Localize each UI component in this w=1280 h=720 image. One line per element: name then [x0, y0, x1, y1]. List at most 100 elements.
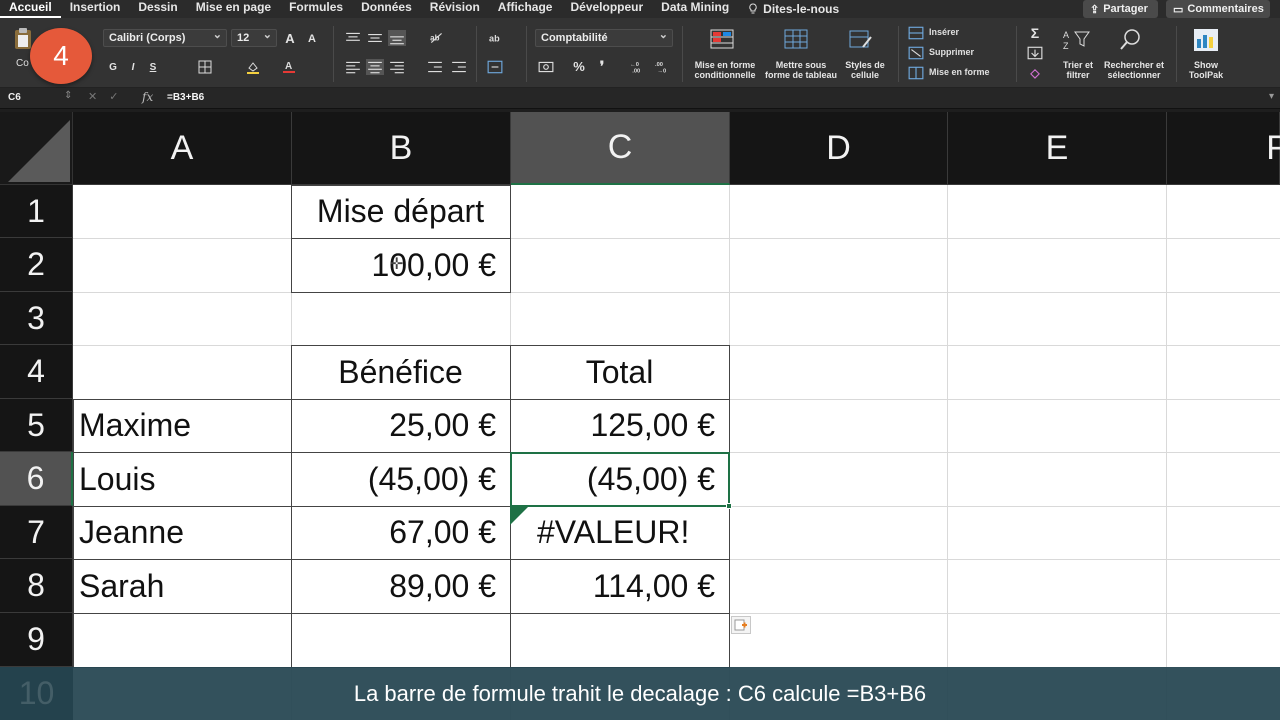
align-center-icon[interactable] — [366, 59, 384, 75]
italic-button[interactable]: I — [124, 59, 142, 75]
wrap-text-icon[interactable]: ab — [488, 30, 506, 46]
fill-color-icon[interactable] — [244, 59, 262, 75]
column-header-a[interactable]: A — [73, 112, 292, 185]
cell-b6[interactable]: (45,00) € — [291, 453, 510, 506]
cell-styles-label: Styles de cellule — [845, 60, 885, 80]
clear-icon[interactable]: ◇ — [1026, 65, 1044, 81]
name-box[interactable]: C6 — [0, 89, 74, 108]
format-label[interactable]: Mise en forme — [929, 67, 990, 77]
cell-b8[interactable]: 89,00 € — [291, 560, 510, 613]
tab-donnees[interactable]: Données — [352, 0, 421, 18]
decrease-decimal-icon[interactable]: .00 →0 — [654, 59, 672, 75]
cell-b7[interactable]: 67,00 € — [291, 506, 510, 559]
tell-me-search[interactable]: Dites-le-nous — [738, 0, 848, 18]
cell-styles-icon[interactable] — [846, 26, 876, 54]
align-top-icon[interactable] — [344, 30, 362, 46]
tab-affichage[interactable]: Affichage — [489, 0, 562, 18]
insert-cells-icon[interactable] — [907, 25, 925, 41]
align-middle-icon[interactable] — [366, 30, 384, 46]
cell-b4[interactable]: Bénéfice — [291, 346, 510, 399]
row-header-1[interactable]: 1 — [0, 185, 73, 238]
format-table-label: Mettre sous forme de tableau — [764, 60, 838, 80]
font-name-select[interactable]: Calibri (Corps) — [103, 28, 227, 47]
row-header-7[interactable]: 7 — [0, 506, 73, 559]
insert-label[interactable]: Insérer — [929, 27, 959, 37]
increase-indent-icon[interactable] — [450, 59, 468, 75]
fill-handle[interactable] — [726, 503, 732, 509]
format-as-table-icon[interactable] — [782, 26, 812, 54]
tab-insertion[interactable]: Insertion — [61, 0, 130, 18]
format-cells-icon[interactable] — [907, 65, 925, 81]
font-size-select[interactable]: 12 — [231, 28, 277, 47]
select-all-corner[interactable] — [0, 112, 73, 185]
increase-decimal-icon[interactable]: ←0.00 — [629, 59, 647, 75]
svg-text:→0: →0 — [657, 69, 666, 74]
column-header-b[interactable]: B — [292, 112, 511, 185]
align-bottom-icon[interactable] — [388, 30, 406, 46]
bold-button[interactable]: G — [104, 59, 122, 75]
align-left-icon[interactable] — [344, 59, 362, 75]
formula-input[interactable]: =B3+B6 — [167, 92, 204, 103]
formula-expand-icon[interactable]: ▾ — [1269, 91, 1274, 102]
shrink-font-button[interactable]: A — [303, 31, 321, 47]
comma-style-button[interactable]: ❜ — [593, 58, 611, 74]
row-header-5[interactable]: 5 — [0, 399, 73, 452]
cell-c4[interactable]: Total — [510, 346, 729, 399]
formula-cancel-confirm-icons[interactable]: ✕✓ — [88, 90, 130, 103]
row-header-4[interactable]: 4 — [0, 345, 73, 399]
function-wizard-icon[interactable]: fx — [142, 90, 153, 104]
cell-c5[interactable]: 125,00 € — [510, 399, 729, 452]
tab-formules[interactable]: Formules — [280, 0, 352, 18]
tab-data-mining[interactable]: Data Mining — [652, 0, 738, 18]
row-header-6[interactable]: 6 — [0, 452, 73, 506]
find-select-icon[interactable] — [1116, 26, 1146, 54]
cell-a5[interactable]: Maxime — [73, 399, 291, 452]
row-header-9[interactable]: 9 — [0, 613, 73, 667]
row-header-2[interactable]: 2 — [0, 238, 73, 292]
accounting-format-icon[interactable] — [537, 59, 555, 75]
cell-b1[interactable]: Mise départ — [291, 185, 510, 238]
column-header-f[interactable]: F — [1167, 112, 1280, 185]
autosum-icon[interactable]: Σ — [1026, 25, 1044, 41]
caption-text: La barre de formule trahit le decalage :… — [353, 680, 927, 706]
name-box-stepper-icon[interactable]: ⇕ — [64, 90, 72, 101]
error-indicator-icon[interactable] — [510, 507, 528, 525]
toolpak-icon[interactable] — [1191, 26, 1221, 54]
row-header-8[interactable]: 8 — [0, 559, 73, 613]
cell-c7-error[interactable]: #VALEUR! — [510, 506, 729, 559]
tab-accueil[interactable]: Accueil — [0, 0, 61, 18]
merge-cells-icon[interactable] — [486, 59, 504, 75]
align-right-icon[interactable] — [388, 59, 406, 75]
orientation-icon[interactable]: ab — [428, 30, 446, 46]
tab-revision[interactable]: Révision — [421, 0, 489, 18]
grow-font-button[interactable]: A — [281, 30, 299, 46]
sort-filter-icon[interactable]: AZ — [1062, 26, 1092, 54]
borders-icon[interactable] — [196, 59, 214, 75]
cell-c8[interactable]: 114,00 € — [510, 560, 729, 613]
cell-area[interactable]: Mise départ 100,00 € Bénéfice Total Maxi… — [73, 185, 1280, 720]
cell-a7[interactable]: Jeanne — [73, 506, 291, 559]
comments-button[interactable]: ▭ Commentaires — [1166, 0, 1270, 18]
share-button[interactable]: ⇪ Partager — [1083, 0, 1158, 18]
delete-cells-icon[interactable] — [907, 45, 925, 61]
tab-dessin[interactable]: Dessin — [129, 0, 186, 18]
delete-label[interactable]: Supprimer — [929, 47, 974, 57]
underline-button[interactable]: S — [144, 59, 162, 75]
column-header-e[interactable]: E — [948, 112, 1167, 185]
column-header-d[interactable]: D — [730, 112, 948, 185]
number-format-select[interactable]: Comptabilité — [535, 28, 673, 47]
column-header-c[interactable]: C — [511, 112, 730, 185]
paste-label: Co — [16, 58, 29, 69]
percent-button[interactable]: % — [570, 58, 588, 74]
tab-developpeur[interactable]: Développeur — [561, 0, 652, 18]
fill-icon[interactable] — [1026, 45, 1044, 61]
row-header-3[interactable]: 3 — [0, 292, 73, 345]
tab-mise-en-page[interactable]: Mise en page — [187, 0, 280, 18]
cell-b5[interactable]: 25,00 € — [291, 399, 510, 452]
cell-a8[interactable]: Sarah — [73, 560, 291, 613]
cell-a6[interactable]: Louis — [73, 453, 291, 506]
decrease-indent-icon[interactable] — [426, 59, 444, 75]
conditional-format-icon[interactable] — [708, 26, 738, 54]
font-color-icon[interactable]: A — [280, 58, 298, 74]
paste-options-icon[interactable] — [731, 616, 751, 634]
